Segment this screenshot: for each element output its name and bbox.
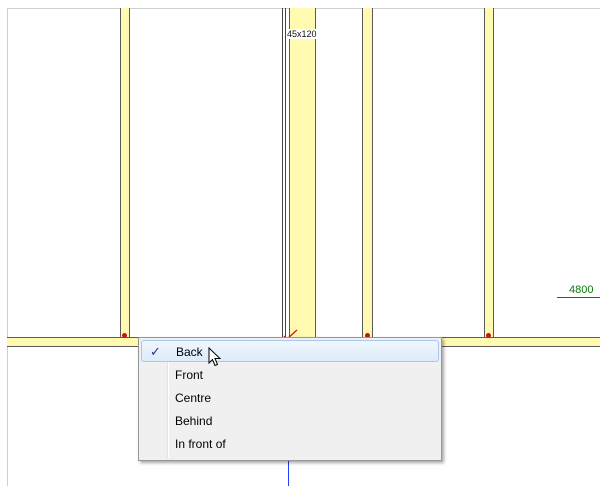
guide-line	[285, 8, 286, 338]
stud[interactable]	[120, 8, 130, 338]
placement-context-menu: ✓ Back Front Centre Behind In front of	[138, 337, 442, 461]
axis-line	[288, 459, 289, 486]
menu-item-in-front-of[interactable]: In front of	[141, 433, 439, 455]
menu-item-front[interactable]: Front	[141, 364, 439, 386]
stud[interactable]	[362, 8, 373, 338]
menu-item-back[interactable]: ✓ Back	[141, 340, 439, 362]
menu-item-centre[interactable]: Centre	[141, 387, 439, 409]
dimension-line	[557, 297, 600, 298]
menu-item-label: In front of	[175, 437, 226, 451]
dimension-label: 4800	[569, 284, 594, 296]
member-size-label: 45x120	[286, 29, 318, 39]
connection-marker	[122, 333, 127, 338]
menu-item-label: Centre	[175, 391, 212, 405]
stud[interactable]	[289, 8, 316, 338]
checkmark-icon: ✓	[150, 344, 161, 359]
canvas-border-left	[7, 8, 8, 486]
mouse-cursor-icon	[208, 347, 222, 367]
menu-item-label: Behind	[175, 414, 213, 428]
menu-item-label: Back	[176, 345, 203, 359]
menu-item-label: Front	[175, 368, 204, 382]
menu-item-behind[interactable]: Behind	[141, 410, 439, 432]
stud[interactable]	[484, 8, 494, 338]
connection-marker	[486, 333, 491, 338]
guide-line	[282, 8, 283, 338]
